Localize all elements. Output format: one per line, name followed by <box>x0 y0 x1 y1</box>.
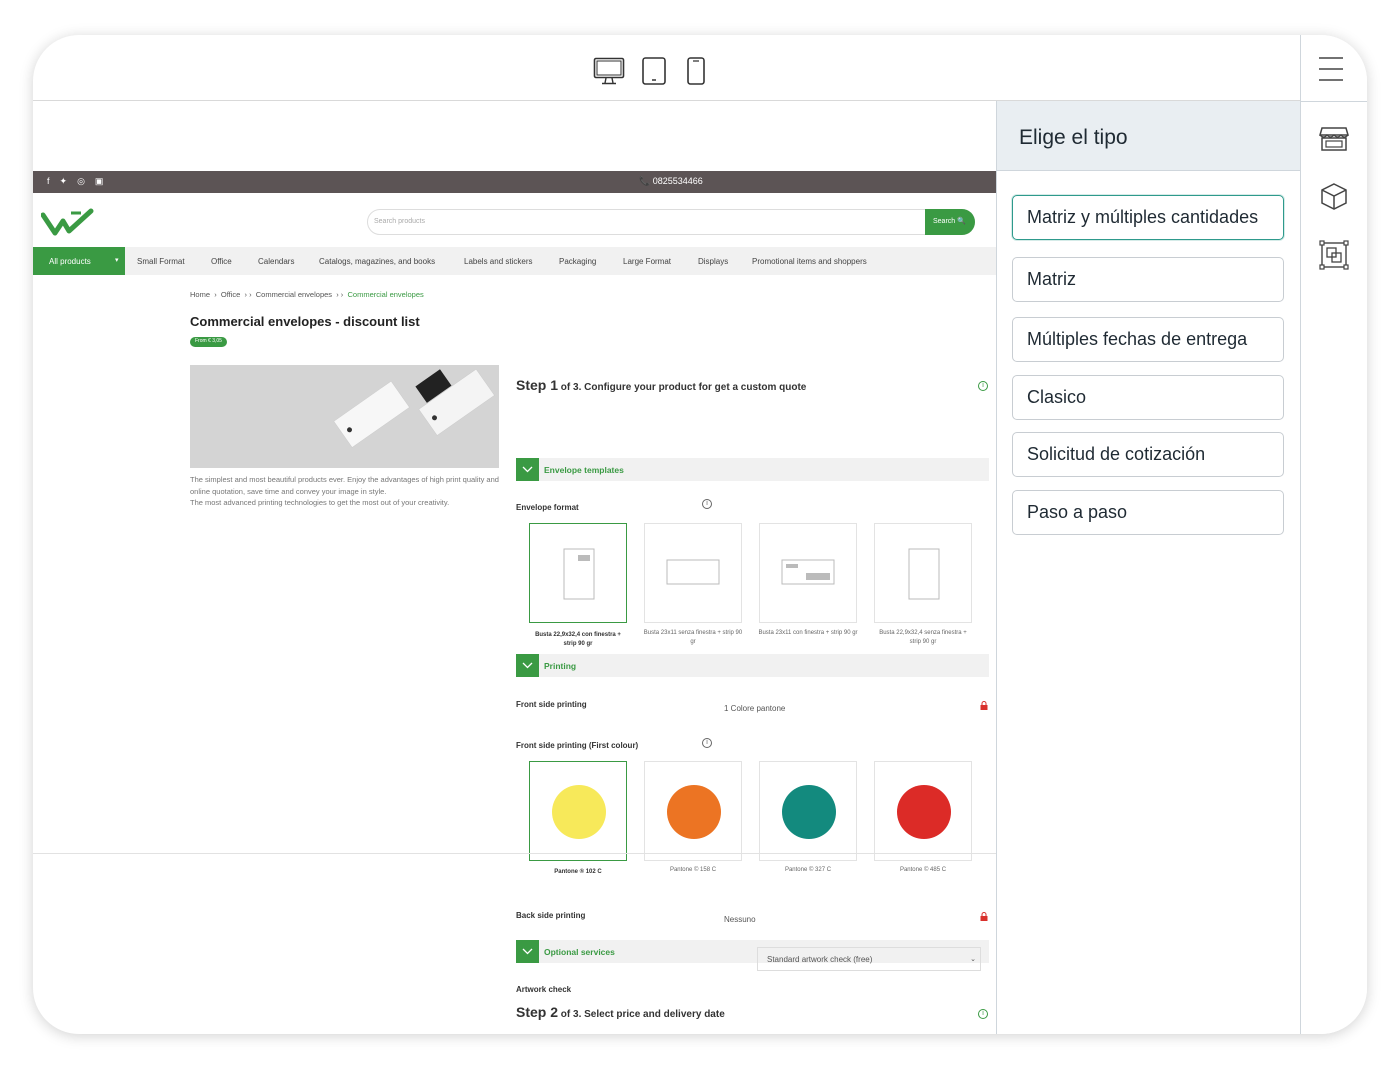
nav-item-labels[interactable]: Labels and stickers <box>464 257 532 266</box>
breadcrumb-current: Commercial envelopes <box>347 290 424 299</box>
envelope-caption-3: Busta 23x11 con finestra + strip 90 gr <box>758 630 858 636</box>
colour-swatch-3 <box>782 785 836 839</box>
product-description: The simplest and most beautiful products… <box>190 475 499 507</box>
type-panel: Elige el tipo Matriz y múltiples cantida… <box>996 101 1300 1034</box>
panel-title: Elige el tipo <box>997 101 1300 171</box>
search-input[interactable]: Search products <box>374 218 425 225</box>
nav-item-promotional[interactable]: Promotional items and shoppers <box>752 257 867 266</box>
device-switcher <box>593 57 709 85</box>
info-icon[interactable]: i <box>702 738 712 748</box>
envelope-caption-2: Busta 23x11 senza finestra + strip 90 gr <box>643 630 743 645</box>
info-icon[interactable]: i <box>978 1009 988 1019</box>
front-side-value[interactable]: 1 Colore pantone <box>724 704 785 713</box>
colour-swatch-1 <box>552 785 606 839</box>
nav-item-large-format[interactable]: Large Format <box>623 257 671 266</box>
breadcrumb-office[interactable]: Office <box>221 290 240 299</box>
type-option-matrix-multi-qty[interactable]: Matriz y múltiples cantidades <box>1012 195 1284 240</box>
step1-heading: Step 1 of 3. Configure your product for … <box>516 377 807 393</box>
artwork-check-label: Artwork check <box>516 985 572 994</box>
envelope-option-3[interactable] <box>759 523 857 623</box>
envelope-caption-4: Busta 22,9x32,4 senza finestra + strip 9… <box>879 630 967 645</box>
tablet-icon[interactable] <box>641 57 667 85</box>
store-icon[interactable] <box>1319 124 1349 152</box>
colour-option-2[interactable] <box>644 761 742 861</box>
info-icon[interactable]: i <box>702 499 712 509</box>
type-option-matrix[interactable]: Matriz <box>1012 257 1284 302</box>
section-envelope-templates[interactable]: Envelope templates <box>516 458 989 481</box>
page-title: Commercial envelopes - discount list <box>190 314 420 329</box>
nav-item-packaging[interactable]: Packaging <box>559 257 596 266</box>
nav-item-calendars[interactable]: Calendars <box>258 257 294 266</box>
colour-caption-4: Pantone © 485 C <box>899 867 947 873</box>
nav-item-catalogs[interactable]: Catalogs, magazines, and books <box>319 257 435 266</box>
divider <box>33 853 996 854</box>
price-badge: From € 3,05 <box>190 337 227 347</box>
back-side-value[interactable]: Nessuno <box>724 915 756 924</box>
lock-icon <box>980 701 988 710</box>
desktop-icon[interactable] <box>593 57 625 85</box>
box-icon[interactable] <box>1319 182 1349 210</box>
colour-option-3[interactable] <box>759 761 857 861</box>
back-side-label: Back side printing <box>516 911 586 920</box>
colour-caption-3: Pantone © 327 C <box>784 867 832 873</box>
preview-toolbar <box>33 35 1300 101</box>
front-first-colour-label: Front side printing (First colour) <box>516 741 639 750</box>
type-option-classic[interactable]: Clasico <box>1012 375 1284 420</box>
device-frame: f ✦ ◎ ▣ 📞 0825534466 Search products Sea… <box>33 35 1367 1034</box>
brand-logo[interactable] <box>41 207 95 237</box>
menu-icon[interactable] <box>1318 55 1344 83</box>
envelope-option-4[interactable] <box>874 523 972 623</box>
social-bar: f ✦ ◎ ▣ 📞 0825534466 <box>33 171 996 193</box>
product-image <box>190 365 499 468</box>
section-printing[interactable]: Printing <box>516 654 989 677</box>
twitter-icon[interactable]: ✦ <box>60 176 68 187</box>
website-preview: f ✦ ◎ ▣ 📞 0825534466 Search products Sea… <box>33 101 996 1034</box>
instagram-icon[interactable]: ◎ <box>77 176 85 187</box>
search-bar[interactable]: Search products Search 🔍 <box>367 209 975 235</box>
colour-swatch-2 <box>667 785 721 839</box>
colour-option-1[interactable] <box>529 761 627 861</box>
mobile-icon[interactable] <box>683 57 709 85</box>
type-option-multi-delivery[interactable]: Múltiples fechas de entrega <box>1012 317 1284 362</box>
nav-item-displays[interactable]: Displays <box>698 257 728 266</box>
front-side-label: Front side printing <box>516 700 587 709</box>
info-icon[interactable]: i <box>978 381 988 391</box>
envelope-option-1[interactable] <box>529 523 627 623</box>
all-products-button[interactable]: All products ▾ <box>33 247 125 275</box>
lock-icon <box>980 912 988 921</box>
colour-option-4[interactable] <box>874 761 972 861</box>
facebook-icon[interactable]: f <box>47 176 50 187</box>
artwork-check-select[interactable]: Standard artwork check (free) ⌄ <box>757 947 981 971</box>
right-rail <box>1300 35 1367 1034</box>
colour-swatch-4 <box>897 785 951 839</box>
phone-number[interactable]: 📞 0825534466 <box>639 176 703 187</box>
divider <box>1301 101 1367 102</box>
search-button[interactable]: Search 🔍 <box>925 209 975 235</box>
youtube-icon[interactable]: ▣ <box>95 176 104 187</box>
step2-heading: Step 2 of 3. Select price and delivery d… <box>516 1004 725 1020</box>
colour-caption-2: Pantone © 158 C <box>669 867 717 873</box>
breadcrumb: Home › Office › › Commercial envelopes ›… <box>190 290 424 299</box>
type-option-quote-request[interactable]: Solicitud de cotización <box>1012 432 1284 477</box>
colour-caption-1: Pantone ® 102 C <box>554 869 602 875</box>
envelope-format-label: Envelope format <box>516 503 579 512</box>
nav-item-office[interactable]: Office <box>211 257 232 266</box>
breadcrumb-home[interactable]: Home <box>190 290 210 299</box>
breadcrumb-envelopes[interactable]: Commercial envelopes <box>256 290 332 299</box>
nav-item-small-format[interactable]: Small Format <box>137 257 185 266</box>
layers-icon[interactable] <box>1319 240 1349 270</box>
type-option-step-by-step[interactable]: Paso a paso <box>1012 490 1284 535</box>
envelope-option-2[interactable] <box>644 523 742 623</box>
envelope-caption-1: Busta 22,9x32,4 con finestra + strip 90 … <box>535 632 621 647</box>
category-nav: All products ▾ Small Format Office Calen… <box>33 247 996 275</box>
chevron-down-icon: ⌄ <box>970 956 976 963</box>
